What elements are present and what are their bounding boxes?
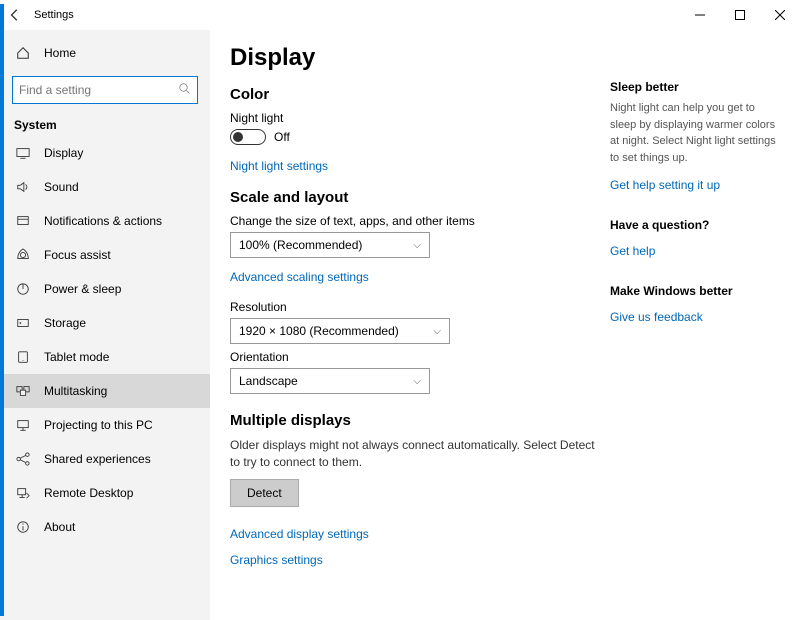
scale-label: Change the size of text, apps, and other… xyxy=(230,214,600,228)
sidebar-item-power-sleep[interactable]: Power & sleep xyxy=(0,272,210,306)
search-icon xyxy=(179,83,191,98)
get-help-link[interactable]: Get help xyxy=(610,244,655,258)
home-label: Home xyxy=(44,46,76,60)
sidebar-item-label: Power & sleep xyxy=(44,282,121,296)
sidebar-item-focus-assist[interactable]: Focus assist xyxy=(0,238,210,272)
sidebar-item-label: Shared experiences xyxy=(44,452,151,466)
aside-panel: Sleep better Night light can help you ge… xyxy=(610,44,780,620)
sidebar-item-notifications[interactable]: Notifications & actions xyxy=(0,204,210,238)
tablet-icon xyxy=(14,350,32,364)
power-icon xyxy=(14,282,32,296)
color-header: Color xyxy=(230,86,600,103)
sidebar-item-tablet-mode[interactable]: Tablet mode xyxy=(0,340,210,374)
night-light-settings-link[interactable]: Night light settings xyxy=(230,159,328,173)
home-icon xyxy=(14,46,32,60)
better-header: Make Windows better xyxy=(610,284,780,298)
advanced-scaling-link[interactable]: Advanced scaling settings xyxy=(230,270,369,284)
multiple-displays-desc: Older displays might not always connect … xyxy=(230,437,600,471)
sidebar-item-display[interactable]: Display xyxy=(0,136,210,170)
sidebar-item-label: Tablet mode xyxy=(44,350,109,364)
focus-assist-icon xyxy=(14,248,32,262)
minimize-button[interactable] xyxy=(680,0,720,30)
night-light-label: Night light xyxy=(230,111,600,125)
sidebar-item-label: Multitasking xyxy=(44,384,107,398)
search-box[interactable] xyxy=(12,76,198,104)
sound-icon xyxy=(14,180,32,194)
orientation-select[interactable]: Landscape ⌵ xyxy=(230,368,430,394)
resolution-value: 1920 × 1080 (Recommended) xyxy=(239,324,399,338)
window-title: Settings xyxy=(34,9,74,21)
feedback-link[interactable]: Give us feedback xyxy=(610,310,703,324)
sidebar-item-label: Projecting to this PC xyxy=(44,418,153,432)
sidebar: Home System Display Sound Notifications … xyxy=(0,30,210,620)
sidebar-item-projecting[interactable]: Projecting to this PC xyxy=(0,408,210,442)
detect-button[interactable]: Detect xyxy=(230,479,299,507)
sleep-better-header: Sleep better xyxy=(610,80,780,94)
graphics-settings-link[interactable]: Graphics settings xyxy=(230,553,323,567)
sidebar-item-label: Remote Desktop xyxy=(44,486,133,500)
sidebar-item-label: About xyxy=(44,520,75,534)
content-area: Display Color Night light Off Night ligh… xyxy=(230,44,600,620)
sidebar-item-label: Focus assist xyxy=(44,248,111,262)
chevron-down-icon: ⌵ xyxy=(413,240,421,251)
orientation-value: Landscape xyxy=(239,374,298,388)
page-title: Display xyxy=(230,44,600,72)
sidebar-item-label: Notifications & actions xyxy=(44,214,162,228)
night-light-toggle[interactable] xyxy=(230,129,266,145)
night-light-state: Off xyxy=(274,130,290,144)
sidebar-item-label: Storage xyxy=(44,316,86,330)
sidebar-group-header: System xyxy=(0,112,210,136)
about-icon xyxy=(14,520,32,534)
sleep-help-link[interactable]: Get help setting it up xyxy=(610,178,720,192)
question-header: Have a question? xyxy=(610,218,780,232)
chevron-down-icon: ⌵ xyxy=(433,326,441,337)
scale-value: 100% (Recommended) xyxy=(239,238,362,252)
projecting-icon xyxy=(14,418,32,432)
advanced-display-link[interactable]: Advanced display settings xyxy=(230,527,369,541)
back-button[interactable] xyxy=(0,0,30,30)
resolution-label: Resolution xyxy=(230,300,600,314)
sidebar-item-storage[interactable]: Storage xyxy=(0,306,210,340)
sidebar-item-multitasking[interactable]: Multitasking xyxy=(0,374,210,408)
storage-icon xyxy=(14,316,32,330)
home-button[interactable]: Home xyxy=(0,36,210,70)
orientation-label: Orientation xyxy=(230,350,600,364)
sleep-better-desc: Night light can help you get to sleep by… xyxy=(610,100,780,166)
multitasking-icon xyxy=(14,384,32,398)
multiple-displays-header: Multiple displays xyxy=(230,412,600,429)
sidebar-item-shared-experiences[interactable]: Shared experiences xyxy=(0,442,210,476)
sidebar-item-label: Display xyxy=(44,146,83,160)
search-input[interactable] xyxy=(19,83,179,97)
scale-select[interactable]: 100% (Recommended) ⌵ xyxy=(230,232,430,258)
sidebar-item-label: Sound xyxy=(44,180,79,194)
sidebar-item-sound[interactable]: Sound xyxy=(0,170,210,204)
display-icon xyxy=(14,146,32,160)
chevron-down-icon: ⌵ xyxy=(413,376,421,387)
maximize-button[interactable] xyxy=(720,0,760,30)
remote-desktop-icon xyxy=(14,486,32,500)
notifications-icon xyxy=(14,214,32,228)
scale-header: Scale and layout xyxy=(230,189,600,206)
sidebar-item-about[interactable]: About xyxy=(0,510,210,544)
shared-icon xyxy=(14,452,32,466)
sidebar-item-remote-desktop[interactable]: Remote Desktop xyxy=(0,476,210,510)
close-button[interactable] xyxy=(760,0,800,30)
resolution-select[interactable]: 1920 × 1080 (Recommended) ⌵ xyxy=(230,318,450,344)
